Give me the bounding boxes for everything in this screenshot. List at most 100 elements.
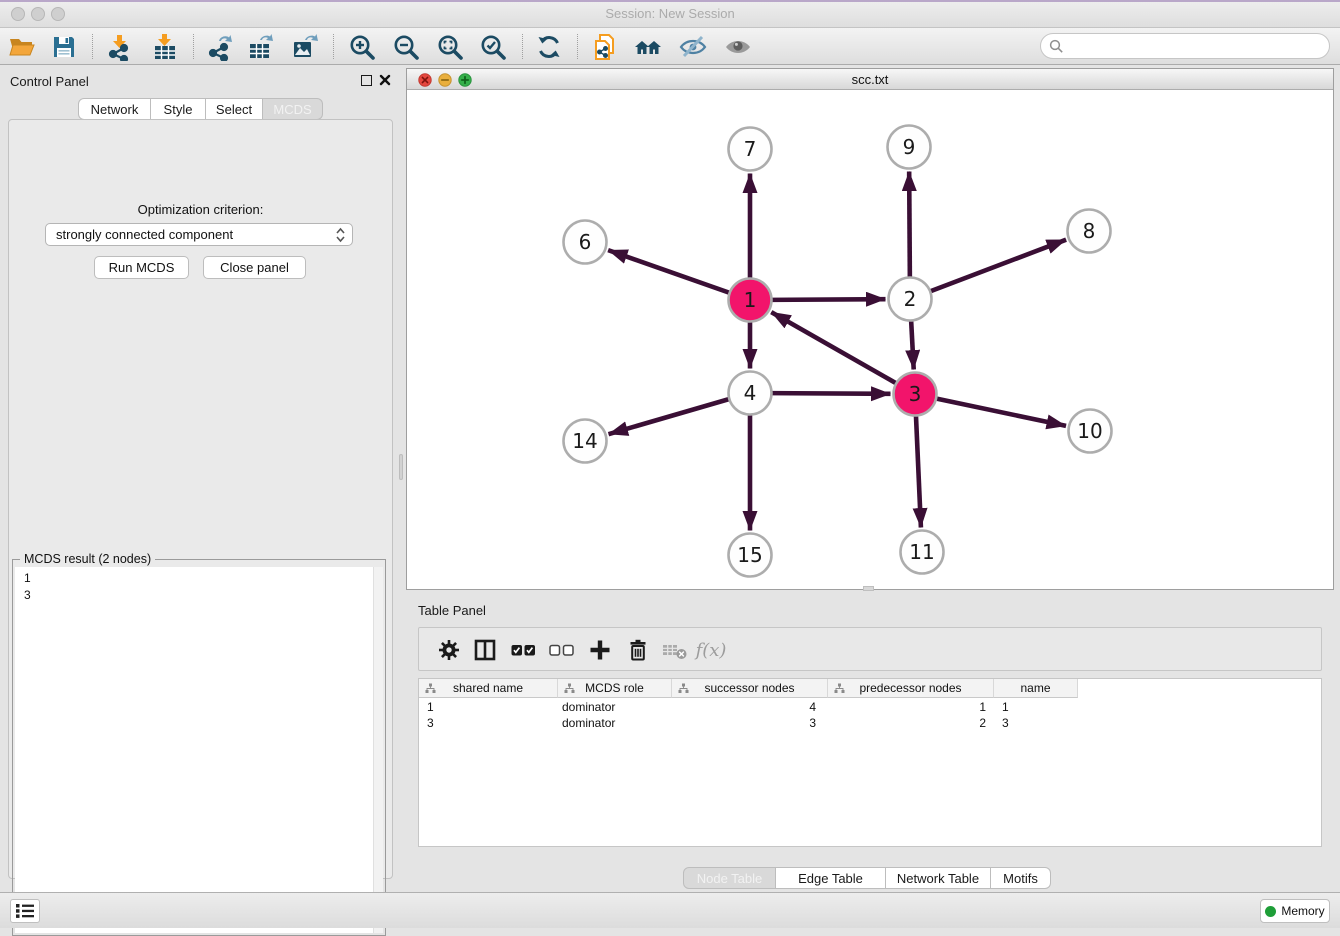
- import-network-icon[interactable]: [102, 31, 136, 63]
- zoom-selected-icon[interactable]: [476, 31, 510, 63]
- control-panel: Control Panel Network Style Select MCDS …: [0, 65, 401, 887]
- tree-icon: [834, 683, 845, 694]
- deselect-all-columns-icon[interactable]: [546, 635, 578, 665]
- column-header-name[interactable]: name: [994, 679, 1078, 698]
- graph-node-11[interactable]: 11: [901, 531, 944, 574]
- graph-edge-3-1[interactable]: [771, 312, 896, 383]
- memory-label: Memory: [1281, 904, 1324, 918]
- graph-node-3[interactable]: 3: [894, 373, 937, 416]
- export-network-icon[interactable]: [202, 31, 236, 63]
- refresh-layout-icon[interactable]: [532, 31, 566, 63]
- tab-node-table[interactable]: Node Table: [683, 867, 776, 889]
- graph-node-9[interactable]: 9: [888, 126, 931, 169]
- toolbar-separator: [333, 34, 334, 59]
- graph-node-label: 2: [904, 287, 917, 311]
- close-panel-button[interactable]: Close panel: [203, 256, 306, 279]
- tab-edge-table[interactable]: Edge Table: [776, 867, 886, 889]
- clone-network-icon[interactable]: [588, 31, 622, 63]
- hide-selected-icon[interactable]: [676, 31, 710, 63]
- toolbar-separator: [522, 34, 523, 59]
- show-columns-icon[interactable]: [469, 635, 501, 665]
- column-header-mcds-role[interactable]: MCDS role: [558, 679, 672, 698]
- mcds-result-text[interactable]: 1 3: [15, 567, 373, 933]
- column-header-successor-nodes[interactable]: successor nodes: [672, 679, 828, 698]
- graph-edge-3-10[interactable]: [936, 398, 1066, 425]
- zoom-out-icon[interactable]: [389, 31, 423, 63]
- graph-node-1[interactable]: 1: [729, 279, 772, 322]
- column-header-predecessor-nodes[interactable]: predecessor nodes: [828, 679, 994, 698]
- tab-network[interactable]: Network: [78, 98, 151, 120]
- graph-edge-2-9[interactable]: [909, 171, 910, 277]
- graph-node-6[interactable]: 6: [564, 221, 607, 264]
- cell-successor-nodes: 3: [672, 716, 816, 730]
- tab-mcds[interactable]: MCDS: [263, 98, 323, 120]
- show-all-icon[interactable]: [721, 31, 755, 63]
- select-all-columns-icon[interactable]: [508, 635, 540, 665]
- network-graph: 7 9 6 8 1 2 4 3 14 10 15 11: [407, 90, 1333, 589]
- run-mcds-button[interactable]: Run MCDS: [94, 256, 189, 279]
- search-field[interactable]: [1040, 33, 1330, 59]
- graph-node-label: 4: [744, 381, 757, 405]
- graph-node-label: 14: [572, 429, 597, 453]
- search-input[interactable]: [1064, 36, 1329, 56]
- panel-splitter-handle[interactable]: [399, 454, 403, 480]
- network-canvas[interactable]: 7 9 6 8 1 2 4 3 14 10 15 11: [407, 90, 1333, 589]
- delete-rows-trash-icon[interactable]: [622, 635, 654, 665]
- save-session-icon[interactable]: [47, 31, 81, 63]
- graph-node-4[interactable]: 4: [729, 372, 772, 415]
- export-image-icon[interactable]: [288, 31, 322, 63]
- graph-node-7[interactable]: 7: [729, 128, 772, 171]
- float-panel-icon[interactable]: [361, 75, 372, 86]
- import-table-icon[interactable]: [148, 31, 182, 63]
- graph-node-8[interactable]: 8: [1068, 210, 1111, 253]
- delete-column-icon-disabled: [659, 635, 691, 665]
- memory-button[interactable]: Memory: [1260, 899, 1330, 923]
- toolbar-separator: [577, 34, 578, 59]
- graph-node-10[interactable]: 10: [1069, 410, 1112, 453]
- table-row[interactable]: 1 dominator 4 1 1: [419, 699, 1323, 716]
- export-table-icon[interactable]: [244, 31, 278, 63]
- zoom-fit-icon[interactable]: [433, 31, 467, 63]
- create-column-plus-icon[interactable]: [584, 635, 616, 665]
- function-builder-icon-disabled: f(x): [695, 635, 727, 665]
- cell-name: 1: [1002, 700, 1009, 714]
- first-neighbors-icon[interactable]: [631, 31, 665, 63]
- network-window-titlebar[interactable]: scc.txt: [407, 69, 1333, 90]
- tree-icon: [678, 683, 689, 694]
- task-history-button[interactable]: [10, 899, 40, 923]
- graph-edge-2-3[interactable]: [911, 320, 914, 369]
- close-panel-icon[interactable]: [379, 74, 391, 86]
- optimization-criterion-dropdown[interactable]: strongly connected component: [45, 223, 353, 246]
- graph-edge-1-6[interactable]: [608, 250, 730, 293]
- network-resize-handle[interactable]: [863, 586, 874, 591]
- graph-node-2[interactable]: 2: [889, 278, 932, 321]
- cell-mcds-role: dominator: [562, 716, 615, 730]
- open-file-icon[interactable]: [5, 31, 39, 63]
- network-view-window: scc.txt 7 9 6 8 1 2 4 3 14 10 15 11: [406, 68, 1334, 590]
- column-label: predecessor nodes: [859, 681, 961, 695]
- cell-mcds-role: dominator: [562, 700, 615, 714]
- memory-status-icon: [1265, 906, 1276, 917]
- table-settings-gear-icon[interactable]: [433, 635, 465, 665]
- graph-edge-4-3[interactable]: [771, 393, 890, 394]
- graph-node-15[interactable]: 15: [729, 534, 772, 577]
- graph-node-label: 9: [903, 135, 916, 159]
- zoom-in-icon[interactable]: [345, 31, 379, 63]
- cell-successor-nodes: 4: [672, 700, 816, 714]
- column-header-shared-name[interactable]: shared name: [419, 679, 558, 698]
- graph-edge-2-8[interactable]: [930, 240, 1066, 292]
- column-label: name: [1020, 681, 1050, 695]
- tree-icon: [564, 683, 575, 694]
- graph-edge-4-14[interactable]: [609, 399, 730, 434]
- tab-select[interactable]: Select: [206, 98, 263, 120]
- tab-network-table[interactable]: Network Table: [886, 867, 991, 889]
- result-scrollbar[interactable]: [373, 567, 383, 933]
- tab-motifs[interactable]: Motifs: [991, 867, 1051, 889]
- graph-node-14[interactable]: 14: [564, 420, 607, 463]
- tab-style[interactable]: Style: [151, 98, 206, 120]
- graph-edge-3-11[interactable]: [916, 415, 921, 527]
- dropdown-stepper-icon: [335, 226, 346, 244]
- list-icon: [15, 902, 35, 920]
- graph-edge-1-2[interactable]: [771, 299, 885, 300]
- table-row[interactable]: 3 dominator 3 2 3: [419, 715, 1323, 732]
